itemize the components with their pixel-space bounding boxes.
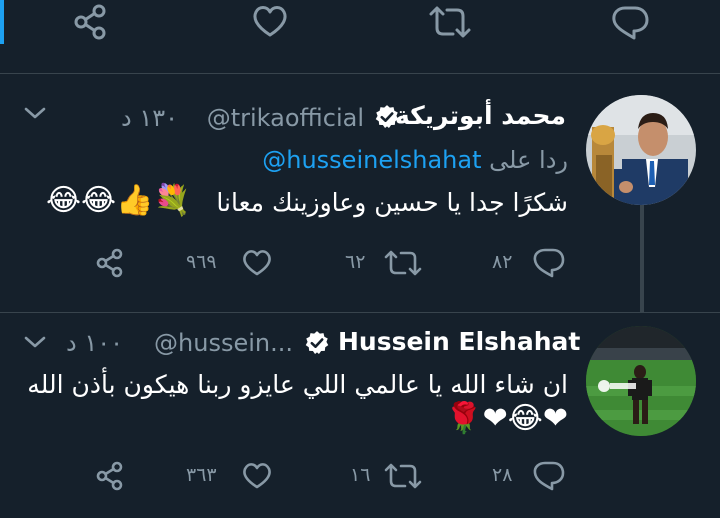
reply-icon[interactable] — [532, 459, 566, 493]
thread-line — [640, 205, 644, 313]
tweet-emojis: 😂😂👍💐 — [46, 183, 191, 218]
share-icon[interactable] — [72, 3, 110, 41]
share-icon[interactable] — [94, 460, 126, 492]
tweet-emojis: ❤😂❤🌹 — [445, 401, 568, 436]
reply-icon[interactable] — [610, 3, 650, 41]
like-icon[interactable] — [250, 2, 290, 42]
like-count: ٩٦٩ — [186, 251, 217, 273]
like-icon[interactable] — [240, 247, 274, 279]
timestamp[interactable]: ١٠٠ د — [66, 329, 123, 357]
retweet-icon[interactable] — [382, 461, 424, 491]
retweet-count: ١٦ — [350, 464, 371, 486]
timestamp[interactable]: ١٣٠ د — [121, 104, 178, 132]
divider — [0, 73, 720, 74]
avatar[interactable] — [586, 326, 696, 436]
replying-to-label: ردا على — [489, 146, 568, 174]
chevron-down-icon[interactable] — [22, 333, 48, 351]
like-icon[interactable] — [240, 460, 274, 492]
handle[interactable]: @trikaofficial — [207, 104, 364, 132]
retweet-icon[interactable] — [426, 4, 474, 40]
avatar[interactable] — [586, 95, 696, 205]
like-count: ٣٦٣ — [186, 464, 217, 486]
focused-tweet-accent — [0, 0, 4, 44]
tweet-text: ان شاء الله يا عالمي اللي عايزو ربنا هيك… — [27, 370, 568, 399]
divider — [0, 312, 720, 313]
handle[interactable]: @hussein... — [154, 329, 293, 357]
reply-count: ٢٨ — [492, 464, 513, 486]
verified-badge-icon — [375, 105, 399, 129]
retweet-icon[interactable] — [382, 248, 424, 278]
replying-to: ردا على @husseinelshahat — [262, 146, 568, 174]
reply-count: ٨٢ — [492, 251, 513, 273]
tweet-text: شكرًا جدا يا حسين وعاوزينك معانا — [216, 188, 568, 217]
reply-handle-link[interactable]: @husseinelshahat — [262, 146, 481, 174]
share-icon[interactable] — [94, 247, 126, 279]
chevron-down-icon[interactable] — [22, 104, 48, 122]
reply-icon[interactable] — [532, 246, 566, 280]
retweet-count: ٦٢ — [345, 251, 366, 273]
verified-badge-icon — [305, 331, 329, 355]
display-name[interactable]: محمد أبوتريكة — [395, 101, 566, 130]
display-name[interactable]: Hussein Elshahat — [338, 327, 580, 356]
